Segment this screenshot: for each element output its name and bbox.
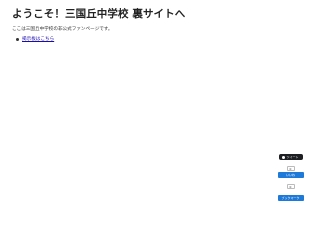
share-widgets: ツイート 0 いいね 0 ブックマーク [277, 154, 304, 201]
page: ようこそ！三国丘中学校 裏サイトへ ここは三国丘中学校の非公式ファンページです。… [0, 0, 320, 240]
bookmark-button[interactable]: ブックマーク [277, 195, 304, 201]
twitter-bird-icon [282, 155, 286, 159]
intro-text: ここは三国丘中学校の非公式ファンページです。 [12, 27, 113, 32]
tweet-button[interactable]: ツイート [278, 154, 303, 160]
bullet-icon [16, 37, 19, 41]
list-item: 掲示板はこちら [16, 36, 54, 42]
bookmark-count-badge: 0 [286, 184, 295, 189]
tweet-button-label: ツイート [286, 155, 299, 159]
link-list: 掲示板はこちら [16, 36, 54, 42]
like-button[interactable]: いいね [277, 172, 304, 178]
bbs-link[interactable]: 掲示板はこちら [22, 36, 54, 42]
page-title: ようこそ！三国丘中学校 裏サイトへ [12, 8, 186, 20]
like-count-badge: 0 [286, 166, 295, 171]
